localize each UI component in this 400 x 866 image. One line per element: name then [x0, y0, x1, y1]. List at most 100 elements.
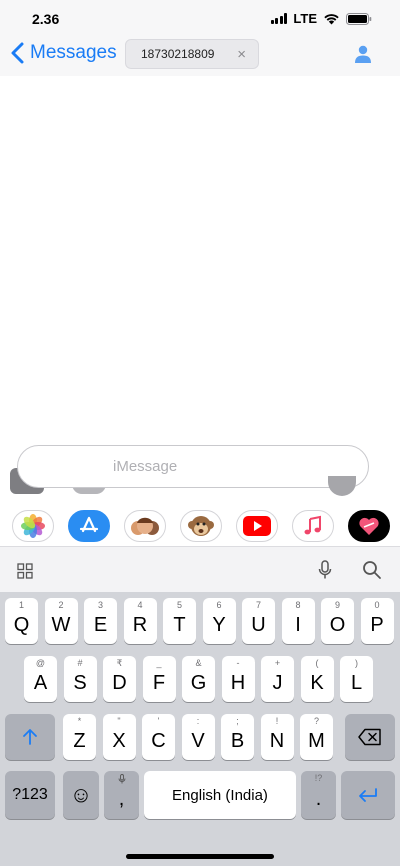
message-area	[0, 76, 400, 446]
microphone-icon[interactable]	[317, 560, 333, 580]
key-hint: +	[274, 658, 281, 668]
key-f[interactable]: _ F	[142, 656, 176, 702]
key-w[interactable]: 2W	[44, 598, 78, 644]
keyboard-toolbar	[0, 546, 400, 592]
chevron-left-icon	[11, 42, 24, 64]
photos-icon	[21, 514, 45, 538]
signal-icon	[270, 13, 288, 24]
key-letter: O	[329, 613, 346, 636]
close-icon[interactable]: ×	[237, 46, 246, 63]
space-label: English (India)	[172, 786, 268, 804]
numbers-key-label: ?123	[12, 786, 48, 803]
key-hint: 1	[18, 600, 24, 610]
message-input[interactable]: iMessage	[17, 445, 369, 488]
key-hint: (	[315, 658, 319, 668]
return-arrow-icon	[359, 788, 377, 802]
contact-icon[interactable]	[354, 44, 372, 64]
space-key[interactable]: English (India)	[144, 771, 296, 819]
key-o[interactable]: 9O	[321, 598, 354, 644]
music-icon[interactable]	[292, 510, 334, 542]
key-hint: "	[117, 716, 121, 726]
key-b[interactable]: ; B	[221, 714, 254, 760]
key-letter: A	[33, 671, 48, 694]
shift-arrow-icon	[23, 729, 37, 745]
period-label: .	[315, 787, 322, 810]
search-icon[interactable]	[362, 560, 382, 580]
message-placeholder: iMessage	[113, 458, 178, 475]
app-strip	[0, 506, 400, 546]
digital-touch-icon[interactable]	[348, 510, 390, 542]
key-letter: S	[73, 671, 87, 694]
key-t[interactable]: 5T	[163, 598, 196, 644]
key-letter: B	[230, 729, 245, 752]
key-letter: C	[151, 729, 166, 752]
key-k[interactable]: (K	[300, 656, 334, 702]
key-letter: E	[93, 613, 108, 636]
key-hint: ;	[236, 716, 239, 726]
wifi-icon	[324, 13, 339, 24]
key-letter: I	[295, 613, 301, 636]
key-hint: 0	[374, 600, 380, 610]
key-l[interactable]: ) L	[340, 656, 373, 702]
key-letter: P	[370, 613, 384, 636]
key-g[interactable]: & G	[182, 656, 215, 702]
key-r[interactable]: 4R	[123, 598, 157, 644]
key-p[interactable]: 0P	[360, 598, 394, 644]
youtube-play-icon	[243, 516, 271, 536]
key-hint: ?	[313, 716, 319, 726]
key-u[interactable]: 7U	[242, 598, 275, 644]
key-m[interactable]: ? M	[300, 714, 333, 760]
key-j[interactable]: + J	[261, 656, 294, 702]
emoji-key[interactable]: ☺	[63, 771, 99, 819]
key-n[interactable]: ! N	[260, 714, 294, 760]
key-v[interactable]: :V	[181, 714, 215, 760]
numbers-key[interactable]: ?123	[5, 771, 55, 819]
recipient-number: 18730218809	[141, 47, 215, 61]
key-hint: 2	[58, 600, 64, 610]
keyboard: ?123 ☺ , English (India) !? . 1Q2W3E4R5T…	[0, 546, 400, 866]
key-hint: 5	[176, 600, 182, 610]
key-s[interactable]: # S	[63, 656, 97, 702]
key-z[interactable]: * Z	[63, 714, 96, 760]
key-hint: *	[77, 716, 82, 726]
youtube-icon[interactable]	[236, 510, 278, 542]
key-hint: -	[236, 658, 240, 668]
key-hint: #	[77, 658, 83, 668]
monkey-sticker-icon[interactable]	[180, 510, 222, 542]
network-label: LTE	[293, 11, 317, 26]
key-x[interactable]: " X	[102, 714, 136, 760]
key-a[interactable]: @ A	[24, 656, 57, 702]
recipient-chip[interactable]: 18730218809 ×	[125, 39, 259, 69]
key-letter: M	[308, 729, 325, 752]
back-button[interactable]: Messages	[8, 40, 117, 66]
key-letter: U	[251, 613, 266, 636]
key-h[interactable]: -H	[221, 656, 255, 702]
audio-button[interactable]	[328, 476, 356, 496]
key-i[interactable]: 8I	[281, 598, 315, 644]
app-store-icon[interactable]	[68, 510, 110, 542]
key-y[interactable]: 6Y	[202, 598, 236, 644]
key-letter: Z	[73, 729, 86, 752]
photos-app-icon[interactable]	[12, 510, 54, 542]
return-key[interactable]	[341, 771, 395, 819]
music-note-icon	[304, 515, 321, 535]
status-indicators: LTE	[270, 11, 372, 26]
key-letter: X	[112, 729, 126, 752]
key-e[interactable]: 3E	[84, 598, 117, 644]
period-hint: !?	[314, 773, 323, 783]
key-q[interactable]: 1Q	[5, 598, 38, 644]
battery-icon	[346, 12, 372, 25]
backspace-key[interactable]	[345, 714, 395, 760]
comma-key[interactable]: ,	[104, 771, 139, 819]
shift-key[interactable]	[5, 714, 55, 760]
key-c[interactable]: ' C	[142, 714, 175, 760]
key-hint: 8	[295, 600, 301, 610]
key-d[interactable]: ₹ D	[103, 656, 136, 702]
grid-icon[interactable]	[17, 563, 33, 579]
period-key[interactable]: !? .	[301, 771, 336, 819]
key-hint: '	[157, 716, 160, 726]
memoji-icon[interactable]	[124, 510, 166, 542]
mic-hint-icon	[118, 774, 125, 784]
key-letter: J	[272, 671, 283, 694]
navigation-bar: Messages 18730218809 ×	[0, 36, 400, 76]
